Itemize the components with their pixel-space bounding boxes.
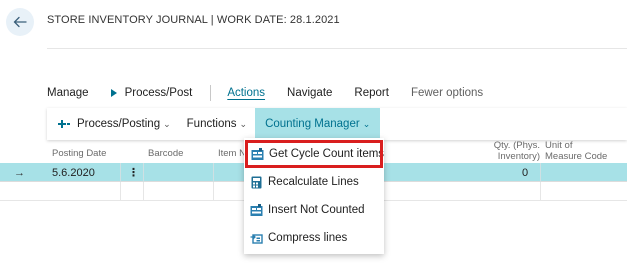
action-report[interactable]: Report bbox=[354, 87, 389, 99]
menu-item-label: Insert Not Counted bbox=[268, 204, 365, 216]
page-title: STORE INVENTORY JOURNAL | WORK DATE: 28.… bbox=[47, 14, 340, 26]
arrow-left-icon bbox=[13, 16, 27, 28]
column-barcode[interactable]: Barcode bbox=[148, 148, 183, 159]
column-divider bbox=[143, 163, 144, 182]
chevron-down-icon: ⌄ bbox=[163, 118, 171, 129]
subbar-counting-manager-label: Counting Manager bbox=[265, 118, 360, 130]
action-manage[interactable]: Manage bbox=[47, 87, 89, 99]
chevron-down-icon: ⌄ bbox=[362, 118, 371, 129]
action-process-post[interactable]: Process/Post bbox=[110, 87, 193, 99]
column-uom-line2: Measure Code bbox=[545, 151, 608, 162]
column-divider bbox=[120, 182, 121, 201]
subbar-functions-label: Functions bbox=[186, 118, 237, 130]
menu-item-get-cycle-count-items[interactable]: Get Cycle Count items bbox=[245, 140, 385, 168]
post-icon bbox=[58, 120, 70, 128]
menu-item-compress-lines[interactable]: Compress lines bbox=[244, 224, 384, 252]
cell-posting-date[interactable]: 5.6.2020 bbox=[52, 163, 95, 182]
action-bar-separator bbox=[210, 85, 212, 101]
subbar-functions[interactable]: Functions ⌄ bbox=[179, 108, 255, 140]
column-item-no[interactable]: Item N bbox=[218, 148, 246, 159]
action-fewer-options[interactable]: Fewer options bbox=[411, 87, 483, 99]
counting-manager-menu: Get Cycle Count items Recalculate Lines … bbox=[244, 138, 384, 254]
column-divider bbox=[213, 163, 214, 182]
subbar-process-posting[interactable]: Process/Posting ⌄ bbox=[47, 108, 179, 140]
worksheet-icon bbox=[250, 203, 263, 216]
column-qty-line2: Inventory) bbox=[497, 151, 540, 162]
column-divider bbox=[540, 163, 541, 182]
column-divider bbox=[120, 163, 121, 182]
header-divider bbox=[47, 48, 627, 49]
column-divider bbox=[213, 182, 214, 201]
column-qty-phys-inventory[interactable]: Qty. (Phys. Inventory) bbox=[494, 140, 540, 162]
row-pointer-icon: → bbox=[14, 166, 25, 179]
back-button[interactable] bbox=[6, 8, 34, 36]
column-divider bbox=[143, 182, 144, 201]
column-unit-of-measure[interactable]: Unit of Measure Code bbox=[545, 140, 607, 162]
action-navigate[interactable]: Navigate bbox=[287, 87, 332, 99]
subbar-counting-manager[interactable]: Counting Manager ⌄ bbox=[255, 108, 381, 140]
column-posting-date[interactable]: Posting Date bbox=[52, 148, 106, 159]
calculator-icon bbox=[251, 176, 262, 188]
row-menu-icon[interactable]: ⋮ bbox=[128, 163, 139, 182]
compress-icon bbox=[250, 233, 263, 244]
action-actions[interactable]: Actions bbox=[227, 87, 265, 99]
worksheet-icon bbox=[251, 147, 264, 160]
play-icon bbox=[110, 89, 117, 97]
action-process-post-label: Process/Post bbox=[124, 87, 193, 99]
action-bar: Manage Process/Post Actions Navigate Rep… bbox=[47, 85, 505, 101]
cell-qty[interactable]: 0 bbox=[522, 163, 528, 182]
chevron-down-icon: ⌄ bbox=[239, 118, 248, 129]
menu-item-label: Compress lines bbox=[268, 232, 348, 244]
column-qty-line1: Qty. (Phys. bbox=[493, 140, 540, 151]
menu-item-insert-not-counted[interactable]: Insert Not Counted bbox=[244, 196, 384, 224]
menu-item-label: Recalculate Lines bbox=[268, 176, 359, 188]
column-uom-line1: Unit of bbox=[545, 140, 573, 151]
subbar-process-posting-label: Process/Posting bbox=[77, 118, 161, 130]
actions-subbar: Process/Posting ⌄ Functions ⌄ Counting M… bbox=[47, 108, 627, 140]
menu-item-recalculate-lines[interactable]: Recalculate Lines bbox=[244, 168, 384, 196]
menu-item-label: Get Cycle Count items bbox=[269, 148, 385, 160]
column-divider bbox=[540, 182, 541, 201]
